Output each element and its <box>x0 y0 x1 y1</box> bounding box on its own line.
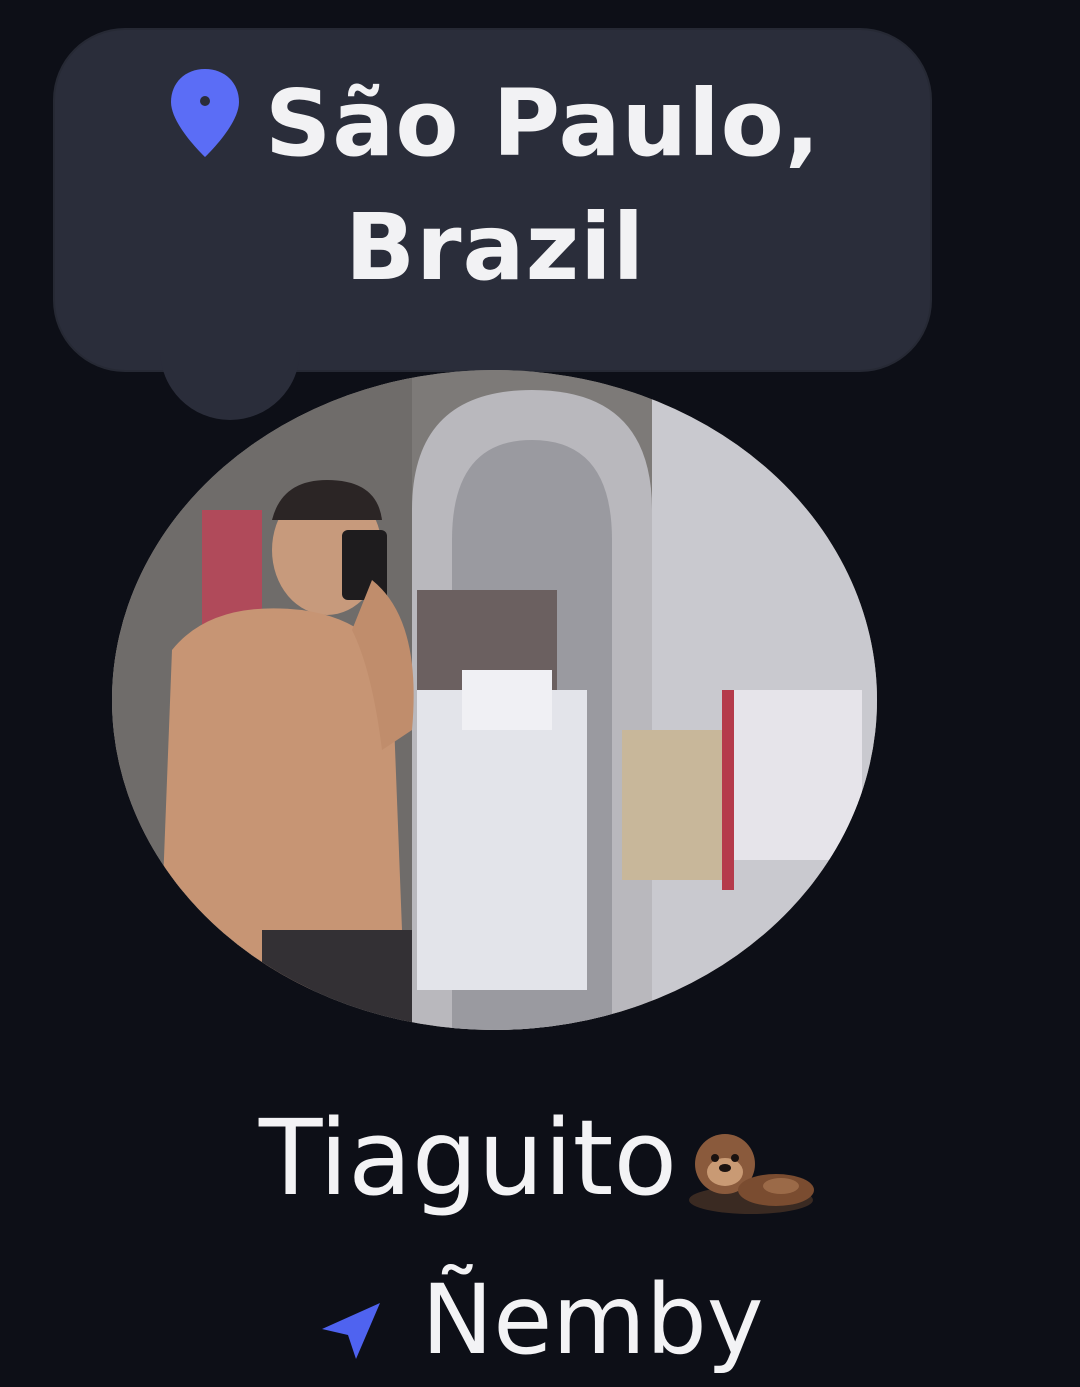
profile-location-row: Ñemby <box>0 1258 1080 1375</box>
location-city: São Paulo, <box>265 70 821 177</box>
location-country: Brazil <box>345 194 646 301</box>
profile-location-label: Ñemby <box>421 1263 764 1376</box>
profile-name: Tiaguito <box>258 1096 678 1219</box>
profile-photo[interactable] <box>112 370 877 1030</box>
location-tooltip-tail <box>160 330 300 420</box>
map-pin-icon <box>165 65 245 160</box>
location-tooltip-text: São Paulo, Brazil <box>265 62 885 310</box>
profile-name-row: Tiaguito <box>0 1085 1080 1223</box>
otter-icon <box>681 1117 821 1214</box>
navigation-arrow-icon <box>316 1277 386 1359</box>
